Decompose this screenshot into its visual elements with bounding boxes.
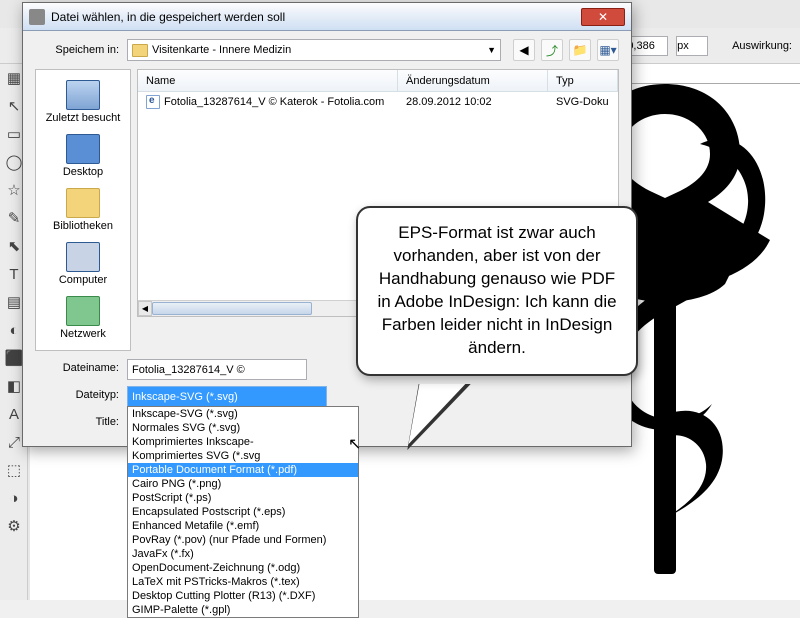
col-type[interactable]: Typ: [548, 70, 618, 91]
filetype-option[interactable]: GIMP-Palette (*.gpl): [128, 603, 358, 617]
nav-icons: ◀ ⤴ 📁 ▦▾: [513, 39, 619, 61]
place-icon: [66, 242, 100, 272]
file-type: SVG-Doku: [548, 96, 618, 108]
place-label: Computer: [59, 274, 107, 286]
file-date: 28.09.2012 10:02: [398, 96, 548, 108]
place-icon: [66, 188, 100, 218]
filetype-option[interactable]: Enhanced Metafile (*.emf): [128, 519, 358, 533]
filetype-option[interactable]: Inkscape-SVG (*.svg): [128, 407, 358, 421]
filetype-combo[interactable]: Inkscape-SVG (*.svg) Inkscape-SVG (*.svg…: [127, 386, 327, 407]
up-icon[interactable]: ⤴: [541, 39, 563, 61]
scroll-left-icon[interactable]: ◀: [138, 301, 152, 316]
filename-input[interactable]: [127, 359, 307, 380]
file-name: Fotolia_13287614_V © Katerok - Fotolia.c…: [164, 96, 384, 108]
place-icon: [66, 296, 100, 326]
dialog-icon: [29, 9, 45, 25]
save-in-row: Speichem in: Visitenkarte - Innere Mediz…: [23, 31, 631, 69]
place-lib[interactable]: Bibliotheken: [36, 184, 130, 236]
file-row[interactable]: Fotolia_13287614_V © Katerok - Fotolia.c…: [138, 92, 618, 112]
place-desktop[interactable]: Desktop: [36, 130, 130, 182]
place-recent[interactable]: Zuletzt besucht: [36, 76, 130, 128]
filetype-option[interactable]: OpenDocument-Zeichnung (*.odg): [128, 561, 358, 575]
save-in-value: Visitenkarte - Innere Medizin: [152, 44, 291, 56]
filetype-option[interactable]: PovRay (*.pov) (nur Pfade und Formen): [128, 533, 358, 547]
save-in-label: Speichem in:: [35, 44, 119, 56]
filetype-option[interactable]: Encapsulated Postscript (*.eps): [128, 505, 358, 519]
dialog-title: Datei wählen, in die gespeichert werden …: [51, 10, 575, 24]
coord-unit[interactable]: [676, 36, 708, 56]
filetype-option[interactable]: PostScript (*.ps): [128, 491, 358, 505]
folder-icon: [132, 44, 148, 57]
view-menu-icon[interactable]: ▦▾: [597, 39, 619, 61]
chevron-down-icon: ▼: [487, 45, 496, 55]
place-net[interactable]: Netzwerk: [36, 292, 130, 344]
tool-button[interactable]: ◑: [1, 485, 27, 511]
places-bar: Zuletzt besucht Desktop Bibliotheken Comput…: [35, 69, 131, 351]
filename-label: Dateiname:: [35, 359, 119, 374]
filetype-option[interactable]: LaTeX mit PSTricks-Makros (*.tex): [128, 575, 358, 589]
filetype-option[interactable]: Komprimiertes Inkscape-: [128, 435, 358, 449]
filetype-dropdown[interactable]: Inkscape-SVG (*.svg)Normales SVG (*.svg)…: [127, 406, 359, 618]
title-label: Title:: [35, 413, 119, 428]
filetype-option[interactable]: Normales SVG (*.svg): [128, 421, 358, 435]
filetype-label: Dateityp:: [35, 386, 119, 401]
place-label: Desktop: [63, 166, 103, 178]
place-icon: [66, 80, 100, 110]
file-icon: [146, 95, 160, 109]
file-list-header[interactable]: Name Änderungsdatum Typ: [138, 70, 618, 92]
cursor-icon: ↖: [348, 434, 361, 454]
filetype-option[interactable]: Portable Document Format (*.pdf): [128, 463, 358, 477]
place-label: Netzwerk: [60, 328, 106, 340]
effect-label: Auswirkung:: [732, 40, 792, 52]
close-button[interactable]: ✕: [581, 8, 625, 26]
tool-button[interactable]: ⬚: [1, 457, 27, 483]
new-folder-icon[interactable]: 📁: [569, 39, 591, 61]
back-icon[interactable]: ◀: [513, 39, 535, 61]
speech-bubble: EPS-Format ist zwar auch vorhanden, aber…: [356, 206, 638, 376]
scroll-thumb[interactable]: [152, 302, 312, 315]
place-pc[interactable]: Computer: [36, 238, 130, 290]
filetype-selected: Inkscape-SVG (*.svg): [128, 387, 326, 406]
place-label: Bibliotheken: [53, 220, 113, 232]
place-label: Zuletzt besucht: [46, 112, 121, 124]
tool-button[interactable]: ⚙: [1, 513, 27, 539]
save-in-combo[interactable]: Visitenkarte - Innere Medizin ▼: [127, 39, 501, 61]
place-icon: [66, 134, 100, 164]
filetype-option[interactable]: JavaFx (*.fx): [128, 547, 358, 561]
col-date[interactable]: Änderungsdatum: [398, 70, 548, 91]
filetype-option[interactable]: Desktop Cutting Plotter (R13) (*.DXF): [128, 589, 358, 603]
filetype-option[interactable]: Komprimiertes SVG (*.svg: [128, 449, 358, 463]
speech-text: EPS-Format ist zwar auch vorhanden, aber…: [377, 223, 616, 357]
col-name[interactable]: Name: [138, 70, 398, 91]
dialog-titlebar[interactable]: Datei wählen, in die gespeichert werden …: [23, 3, 631, 31]
filetype-option[interactable]: Cairo PNG (*.png): [128, 477, 358, 491]
